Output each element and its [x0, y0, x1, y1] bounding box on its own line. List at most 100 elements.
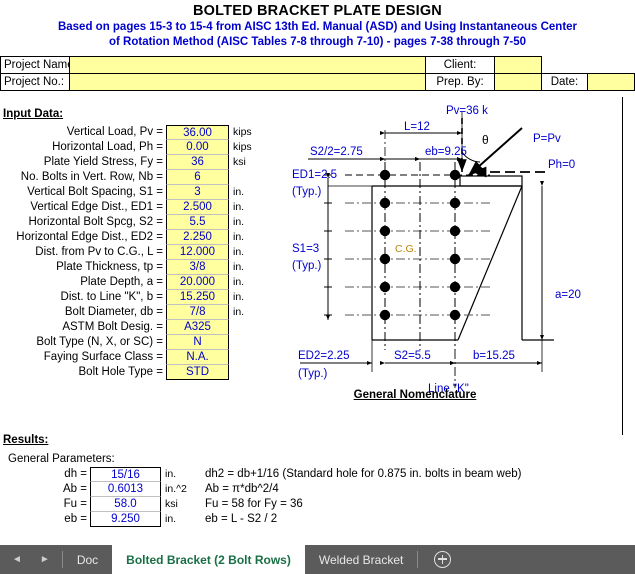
label-eb: eb=9.25 — [425, 146, 467, 158]
input-value[interactable]: 15.250 — [166, 290, 229, 305]
input-label: Plate Thickness, tp = — [56, 261, 163, 273]
input-label: Vertical Edge Dist., ED1 = — [30, 201, 163, 213]
label-s1: S1=3 — [292, 243, 319, 255]
input-value[interactable]: A325 — [166, 320, 229, 335]
result-row: dh = 15/16 in. dh2 = db+1/16 (Standard hole… — [0, 467, 635, 482]
results-heading: Results: — [3, 434, 49, 446]
sheet-tab-welded-bracket[interactable]: Welded Bracket — [305, 545, 418, 574]
input-value[interactable]: STD — [166, 365, 229, 380]
input-value[interactable]: 3/8 — [166, 260, 229, 275]
project-no-input[interactable] — [69, 73, 426, 91]
input-row: Faying Surface Class = N.A. — [0, 350, 290, 365]
input-value[interactable]: N — [166, 335, 229, 350]
label-ed1: ED1=2.5 — [292, 169, 337, 181]
label-ed2: ED2=2.25 — [298, 350, 349, 362]
input-value[interactable]: 5.5 — [166, 215, 229, 230]
input-row: Dist. from Pv to C.G., L = 12.000 in. — [0, 245, 290, 260]
input-value[interactable]: 36.00 — [166, 125, 229, 140]
input-unit: in. — [233, 261, 245, 273]
input-value[interactable]: 7/8 — [166, 305, 229, 320]
input-row: Bolt Diameter, db = 7/8 in. — [0, 305, 290, 320]
input-label: Dist. from Pv to C.G., L = — [35, 246, 163, 258]
prep-by-label: Prep. By: — [425, 73, 495, 91]
input-row: Horizontal Edge Dist., ED2 = 2.250 in. — [0, 230, 290, 245]
result-unit: in. — [165, 513, 177, 525]
input-row: Plate Depth, a = 20.000 in. — [0, 275, 290, 290]
date-label: Date: — [540, 73, 589, 91]
input-value[interactable]: N.A. — [166, 350, 229, 365]
label-s2: S2=5.5 — [394, 350, 431, 362]
input-unit — [229, 350, 233, 365]
input-value[interactable]: 2.250 — [166, 230, 229, 245]
input-unit: in. — [233, 306, 245, 318]
input-row: Vertical Edge Dist., ED1 = 2.500 in. — [0, 200, 290, 215]
result-value: 0.6013 — [90, 482, 161, 497]
input-value[interactable]: 36 — [166, 155, 229, 170]
input-row: Horizontal Load, Ph = 0.00 kips — [0, 140, 290, 155]
label-ed1-typ: (Typ.) — [292, 186, 322, 198]
input-row: Horizontal Bolt Spcg, S2 = 5.5 in. — [0, 215, 290, 230]
sheet-nav-arrows[interactable]: ◄ ► — [0, 545, 62, 574]
input-label: Bolt Type (N, X, or SC) = — [36, 336, 163, 348]
project-name-input[interactable] — [69, 56, 426, 74]
client-label: Client: — [425, 56, 495, 74]
input-data-heading: Input Data: — [3, 108, 64, 120]
results-section: General Parameters: dh = 15/16 in. dh2 = db… — [0, 452, 635, 527]
result-note: dh2 = db+1/16 (Standard hole for 0.875 i… — [205, 468, 522, 480]
project-name-label: Project Name: — [0, 56, 70, 74]
result-value: 15/16 — [90, 467, 161, 482]
label-cg: C.G. — [395, 243, 417, 255]
input-unit: in. — [233, 276, 245, 288]
input-label: Vertical Bolt Spacing, S1 = — [27, 186, 163, 198]
input-value[interactable]: 20.000 — [166, 275, 229, 290]
input-row: Dist. to Line "K", b = 15.250 in. — [0, 290, 290, 305]
input-row: Bolt Type (N, X, or SC) = N — [0, 335, 290, 350]
input-value[interactable]: 12.000 — [166, 245, 229, 260]
label-p-eq-pv: P=Pv — [533, 133, 561, 145]
subtitle-line-2: of Rotation Method (AISC Tables 7-8 thro… — [108, 36, 526, 48]
input-value[interactable]: 2.500 — [166, 200, 229, 215]
label-b: b=15.25 — [473, 350, 515, 362]
result-label: eb = — [64, 513, 87, 525]
input-value[interactable]: 0.00 — [166, 140, 229, 155]
result-unit: in.^2 — [165, 483, 187, 495]
plus-circle-icon[interactable] — [434, 551, 452, 568]
input-value[interactable]: 3 — [166, 185, 229, 200]
label-theta: θ — [482, 133, 489, 147]
sheet-tab-doc[interactable]: Doc — [63, 545, 112, 574]
input-row: Bolt Hole Type = STD — [0, 365, 290, 380]
results-subheading: General Parameters: — [8, 453, 115, 465]
prev-sheet-icon[interactable]: ◄ — [12, 554, 22, 565]
page-title: BOLTED BRACKET PLATE DESIGN — [193, 3, 442, 19]
prep-by-input[interactable] — [494, 73, 542, 91]
next-sheet-icon[interactable]: ► — [40, 554, 50, 565]
input-row: Vertical Load, Pv = 36.00 kips — [0, 125, 290, 140]
subtitle-line-1: Based on pages 15-3 to 15-4 from AISC 13… — [57, 21, 578, 33]
input-value[interactable]: 6 — [166, 170, 229, 185]
client-input[interactable] — [494, 56, 542, 74]
input-label: Horizontal Load, Ph = — [52, 141, 163, 153]
column-divider — [622, 97, 623, 435]
input-unit: in. — [233, 231, 245, 243]
result-note: Ab = π*db^2/4 — [205, 483, 279, 495]
result-row: eb = 9.250 in. eb = L - S2 / 2 — [0, 512, 635, 527]
add-sheet-button[interactable] — [418, 545, 467, 574]
input-label: Plate Yield Stress, Fy = — [43, 156, 163, 168]
result-note: Fu = 58 for Fy = 36 — [205, 498, 303, 510]
input-unit: kips — [233, 141, 252, 153]
input-unit: ksi — [233, 156, 246, 168]
project-name-row: Project Name: Client: — [0, 56, 635, 74]
input-unit: in. — [233, 201, 245, 213]
result-label: dh = — [64, 468, 87, 480]
input-data-table: Vertical Load, Pv = 36.00 kips Horizontal L… — [0, 125, 290, 380]
result-note: eb = L - S2 / 2 — [205, 513, 278, 525]
result-value: 9.250 — [90, 512, 161, 527]
input-label: Faying Surface Class = — [43, 351, 163, 363]
general-nomenclature-diagram: Pv=36 k P=Pv θ Ph=0 L=12 S2/2=2.75 eb=9.… — [290, 100, 635, 410]
input-unit — [229, 170, 233, 185]
input-label: No. Bolts in Vert. Row, Nb = — [20, 171, 163, 183]
sheet-tab-bar: ◄ ► Doc Bolted Bracket (2 Bolt Rows) Wel… — [0, 545, 635, 574]
date-input[interactable] — [587, 73, 635, 91]
input-label: Dist. to Line "K", b = — [60, 291, 163, 303]
sheet-tab-bolted-bracket[interactable]: Bolted Bracket (2 Bolt Rows) — [112, 545, 305, 574]
